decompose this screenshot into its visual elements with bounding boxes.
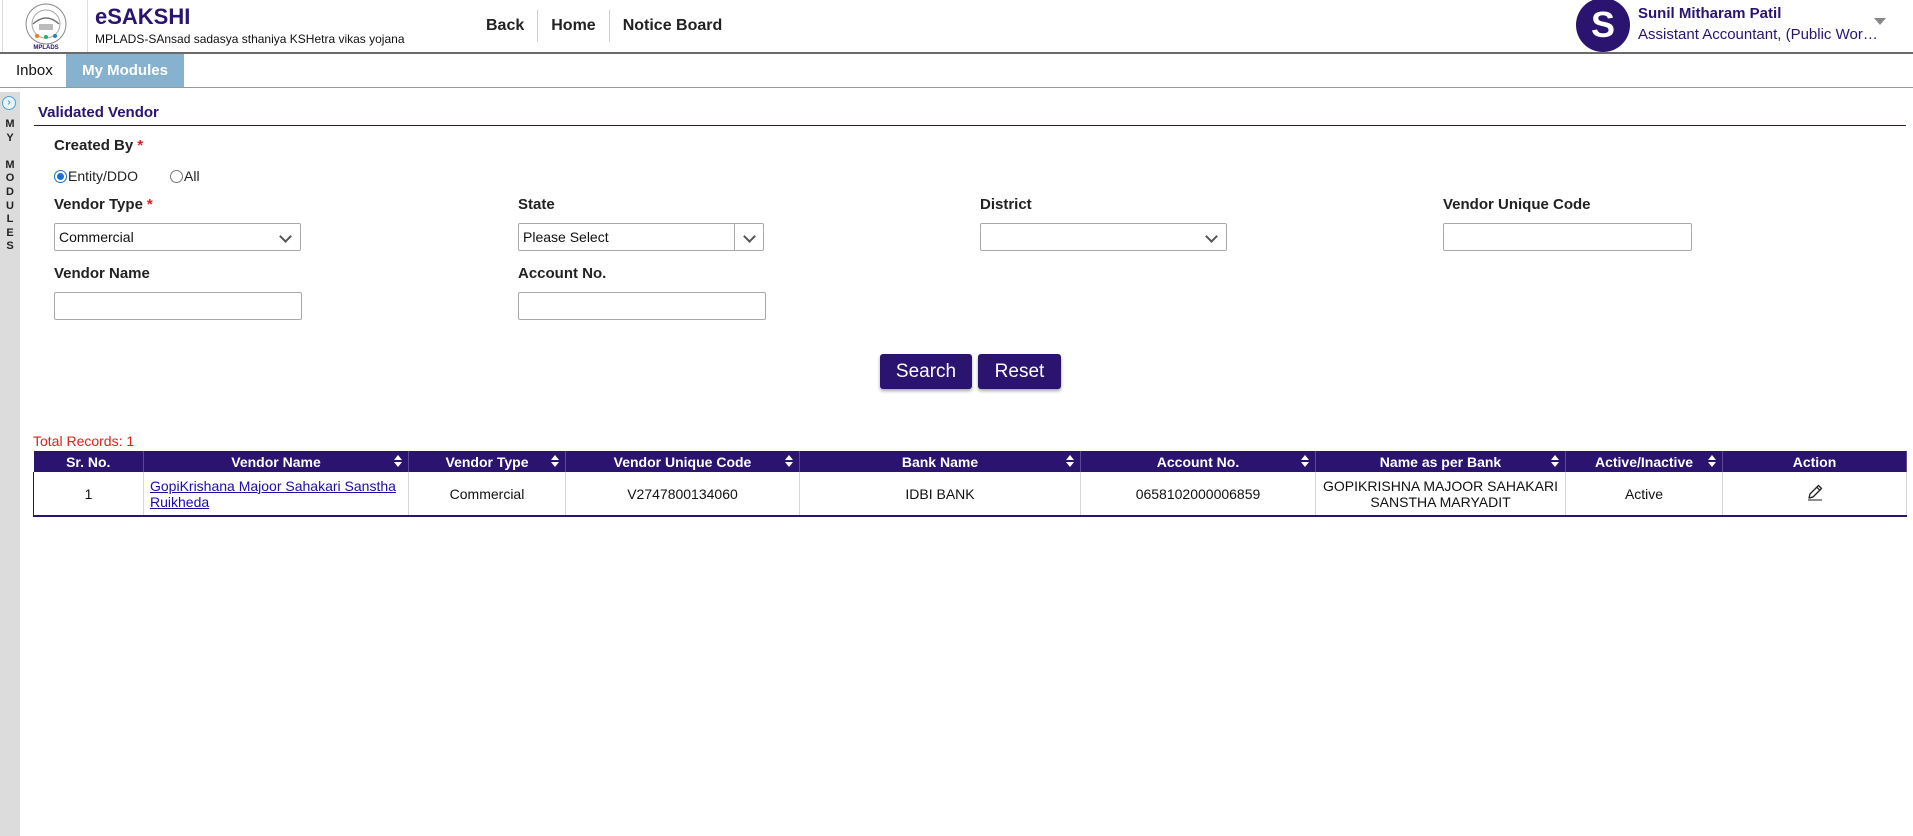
vendor-unique-code-label: Vendor Unique Code	[1443, 196, 1591, 213]
sort-icon[interactable]	[551, 455, 559, 468]
tab-my-modules[interactable]: My Modules	[66, 54, 184, 87]
cell-vendor-type: Commercial	[408, 472, 566, 517]
state-value: Please Select	[523, 229, 609, 245]
svg-text:MPLADS: MPLADS	[33, 45, 58, 51]
radio-entity-ddo-label[interactable]: Entity/DDO	[68, 168, 138, 184]
title-divider	[34, 125, 1906, 126]
rail-letter: O	[5, 172, 15, 185]
vendor-name-input[interactable]	[54, 292, 302, 320]
my-modules-rail[interactable]: › MY MODULES	[0, 92, 20, 836]
emblem-icon: MPLADS	[25, 3, 67, 51]
col-name-as-per-bank[interactable]: Name as per Bank	[1315, 451, 1566, 472]
user-name[interactable]: Sunil Mitharam Patil	[1638, 5, 1781, 22]
sort-icon[interactable]	[1066, 455, 1074, 468]
created-by-radio-group: Entity/DDO All	[54, 168, 232, 184]
cell-vendor-unique-code: V2747800134060	[565, 472, 800, 517]
total-records: Total Records: 1	[33, 433, 135, 449]
radio-all-label[interactable]: All	[184, 168, 200, 184]
col-vendor-type[interactable]: Vendor Type	[408, 451, 566, 472]
sort-icon[interactable]	[1301, 455, 1309, 468]
rail-letter: S	[6, 240, 14, 253]
district-select[interactable]	[980, 223, 1227, 251]
col-account-no[interactable]: Account No.	[1080, 451, 1316, 472]
vendor-type-value: Commercial	[59, 229, 134, 245]
chevron-down-icon	[279, 230, 292, 243]
account-no-label: Account No.	[518, 265, 607, 282]
chevron-down-icon	[743, 230, 756, 243]
cell-account-no: 0658102000006859	[1080, 472, 1316, 517]
search-button[interactable]: Search	[880, 354, 972, 389]
rail-letter: M	[5, 118, 15, 130]
rail-letter: Y	[6, 131, 14, 144]
reset-button[interactable]: Reset	[978, 354, 1061, 389]
sort-icon[interactable]	[785, 455, 793, 468]
sort-icon[interactable]	[1708, 455, 1716, 468]
cell-name-as-per-bank: GOPIKRISHNA MAJOOR SAHAKARI SANSTHA MARY…	[1315, 472, 1566, 517]
sort-icon[interactable]	[1551, 455, 1559, 468]
tab-bar: Inbox My Modules	[0, 54, 1913, 88]
edit-pencil-icon[interactable]	[1806, 483, 1824, 504]
app-header: MPLADS eSAKSHI MPLADS-SAnsad sadasya sth…	[0, 0, 1913, 54]
top-nav: Back Home Notice Board	[470, 8, 735, 44]
brand-title: eSAKSHI	[95, 4, 191, 29]
vendor-table: Sr. No. Vendor Name Vendor Type Vendor U…	[33, 451, 1907, 517]
created-by-label: Created By *	[54, 137, 144, 154]
vendor-type-select[interactable]: Commercial	[54, 223, 301, 251]
table-row: 1 GopiKrishana Majoor Sahakari Sanstha R…	[33, 472, 1907, 517]
user-role[interactable]: Assistant Accountant, (Public Work...	[1638, 26, 1878, 43]
cell-bank-name: IDBI BANK	[799, 472, 1081, 517]
table-header-row: Sr. No. Vendor Name Vendor Type Vendor U…	[33, 451, 1907, 472]
cell-sr-no: 1	[33, 472, 144, 517]
mplads-logo[interactable]: MPLADS	[2, 0, 88, 52]
chevron-down-icon	[1205, 230, 1218, 243]
vendor-unique-code-input[interactable]	[1443, 223, 1692, 251]
rail-letter: E	[6, 226, 14, 239]
state-label: State	[518, 196, 555, 213]
col-action: Action	[1722, 451, 1907, 472]
vendor-name-link[interactable]: GopiKrishana Majoor Sahakari Sanstha Rui…	[150, 478, 396, 510]
col-bank-name[interactable]: Bank Name	[799, 451, 1081, 472]
cell-status: Active	[1565, 472, 1723, 517]
state-select[interactable]: Please Select	[518, 223, 764, 251]
district-label: District	[980, 196, 1032, 213]
col-vendor-unique-code[interactable]: Vendor Unique Code	[565, 451, 800, 472]
rail-letter: M	[5, 158, 15, 171]
sort-icon[interactable]	[394, 455, 402, 468]
nav-home[interactable]: Home	[537, 10, 608, 42]
rail-letter	[4, 145, 16, 159]
page-title: Validated Vendor	[38, 104, 159, 121]
cell-action	[1722, 472, 1907, 517]
col-vendor-name[interactable]: Vendor Name	[143, 451, 409, 472]
rail-letter: U	[6, 199, 14, 212]
rail-label: MY MODULES	[4, 118, 16, 252]
cell-vendor-name: GopiKrishana Majoor Sahakari Sanstha Rui…	[143, 472, 409, 517]
rail-letter: D	[6, 185, 14, 198]
avatar[interactable]: S	[1576, 0, 1630, 52]
vendor-name-label: Vendor Name	[54, 265, 150, 282]
radio-all[interactable]	[170, 169, 184, 183]
brand-subtitle: MPLADS-SAnsad sadasya sthaniya KSHetra v…	[95, 32, 405, 46]
rail-letter: L	[6, 213, 14, 226]
tab-inbox[interactable]: Inbox	[0, 54, 69, 87]
col-active-inactive[interactable]: Active/Inactive	[1565, 451, 1723, 472]
radio-entity-ddo[interactable]	[54, 169, 67, 183]
account-no-input[interactable]	[518, 292, 766, 320]
nav-notice-board[interactable]: Notice Board	[608, 10, 736, 42]
vendor-type-label: Vendor Type *	[54, 196, 153, 213]
expand-chevron-icon[interactable]: ›	[2, 96, 16, 110]
col-sr-no[interactable]: Sr. No.	[33, 451, 144, 472]
user-menu-caret-icon[interactable]	[1874, 18, 1886, 25]
nav-back[interactable]: Back	[470, 10, 537, 42]
